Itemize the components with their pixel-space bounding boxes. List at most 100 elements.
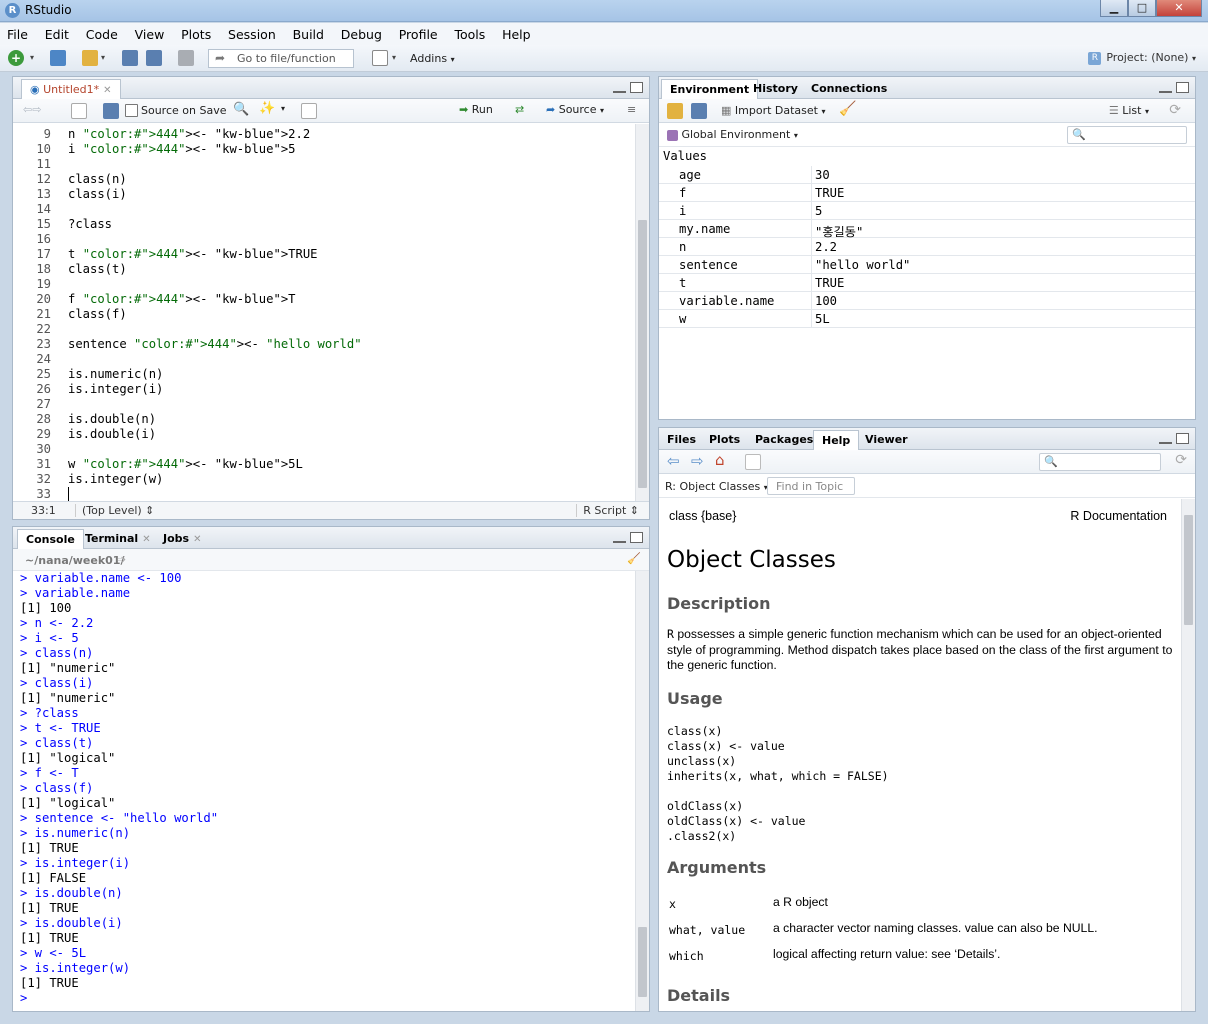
new-file-icon[interactable]: + bbox=[8, 50, 24, 66]
open-file-icon[interactable] bbox=[82, 50, 98, 66]
grid-layout-icon[interactable] bbox=[372, 50, 388, 66]
tab-viewer[interactable]: Viewer bbox=[857, 430, 916, 450]
help-scrollbar[interactable] bbox=[1181, 499, 1195, 1011]
minimize-button[interactable]: ▁ bbox=[1100, 0, 1128, 17]
maximize-pane-button[interactable] bbox=[630, 532, 643, 543]
tab-packages[interactable]: Packages bbox=[747, 430, 821, 450]
maximize-pane-button[interactable] bbox=[630, 82, 643, 93]
tab-files[interactable]: Files bbox=[659, 430, 704, 450]
source-button[interactable]: ➦ Source ▾ bbox=[546, 103, 604, 116]
environment-row[interactable]: w 5L bbox=[659, 310, 1195, 328]
help-topic-selector[interactable]: R: Object Classes ▾ bbox=[665, 480, 768, 493]
tab-history[interactable]: History bbox=[745, 79, 806, 99]
back-arrow-icon[interactable]: ⇦ bbox=[667, 452, 680, 470]
chevron-down-icon[interactable]: ▾ bbox=[392, 50, 400, 66]
show-in-window-icon[interactable] bbox=[745, 454, 761, 470]
menu-build[interactable]: Build bbox=[286, 23, 330, 42]
menu-file[interactable]: File bbox=[0, 23, 34, 42]
save-all-icon[interactable] bbox=[146, 50, 162, 66]
tab-terminal[interactable]: Terminal ✕ bbox=[77, 529, 159, 549]
print-icon[interactable] bbox=[178, 50, 194, 66]
menu-help[interactable]: Help bbox=[495, 23, 537, 42]
addins-menu[interactable]: Addins ▾ bbox=[410, 52, 455, 65]
import-dataset-button[interactable]: ▦ Import Dataset ▾ bbox=[721, 104, 826, 117]
save-icon[interactable] bbox=[122, 50, 138, 66]
environment-row[interactable]: n 2.2 bbox=[659, 238, 1195, 256]
menu-edit[interactable]: Edit bbox=[38, 23, 75, 42]
environment-search-input[interactable]: 🔍 bbox=[1067, 126, 1187, 144]
minimize-pane-button[interactable] bbox=[613, 89, 626, 93]
menu-tools[interactable]: Tools bbox=[447, 23, 491, 42]
forward-arrow-icon[interactable]: ⇨ bbox=[691, 452, 704, 470]
close-tab-icon[interactable]: ✕ bbox=[103, 85, 111, 96]
save-icon[interactable] bbox=[103, 103, 119, 119]
outline-icon[interactable]: ≡ bbox=[627, 103, 636, 116]
tab-plots[interactable]: Plots bbox=[701, 430, 748, 450]
environment-row[interactable]: f TRUE bbox=[659, 184, 1195, 202]
help-search-input[interactable]: 🔍 bbox=[1039, 453, 1161, 471]
project-menu[interactable]: R Project: (None) ▾ bbox=[1088, 51, 1196, 65]
close-tab-icon[interactable]: ✕ bbox=[142, 534, 150, 545]
scope-selector[interactable]: (Top Level) ⇕ bbox=[75, 504, 154, 517]
find-in-topic-input[interactable]: Find in Topic bbox=[767, 477, 855, 495]
chevron-down-icon[interactable]: ▾ bbox=[30, 50, 38, 66]
menu-plots[interactable]: Plots bbox=[174, 23, 217, 42]
environment-row[interactable]: i5 bbox=[659, 202, 1195, 220]
help-scroll-thumb[interactable] bbox=[1184, 515, 1193, 625]
environment-row[interactable]: age 30 bbox=[659, 166, 1195, 184]
filetype-selector[interactable]: R Script ⇕ bbox=[576, 504, 639, 517]
show-in-window-icon[interactable] bbox=[71, 103, 87, 119]
menu-view[interactable]: View bbox=[128, 23, 171, 42]
view-mode-selector[interactable]: ☰ List ▾ bbox=[1109, 104, 1149, 117]
environment-row[interactable]: t TRUE bbox=[659, 274, 1195, 292]
clear-console-icon[interactable]: 🧹 bbox=[627, 552, 641, 565]
maximize-pane-button[interactable] bbox=[1176, 433, 1189, 444]
run-button[interactable]: ➡ Run bbox=[459, 103, 493, 116]
close-tab-icon[interactable]: ✕ bbox=[193, 534, 201, 545]
search-icon[interactable]: 🔍 bbox=[233, 102, 249, 117]
tab-jobs[interactable]: Jobs ✕ bbox=[155, 529, 209, 549]
chevron-down-icon[interactable]: ▾ bbox=[101, 50, 109, 66]
console-scrollbar[interactable] bbox=[635, 571, 649, 1011]
environment-scope-selector[interactable]: Global Environment ▾ bbox=[667, 128, 798, 141]
back-forward-icon[interactable]: ⇦⇨ bbox=[23, 103, 41, 116]
goto-file-input[interactable]: ➦ Go to file/function bbox=[208, 49, 354, 68]
source-on-save-checkbox[interactable] bbox=[125, 104, 138, 117]
environment-row[interactable]: my.name "홍길동" bbox=[659, 220, 1195, 239]
menu-debug[interactable]: Debug bbox=[334, 23, 388, 42]
pane-window-controls bbox=[1159, 433, 1189, 444]
menu-session[interactable]: Session bbox=[221, 23, 282, 42]
save-workspace-icon[interactable] bbox=[691, 103, 707, 119]
console-scroll-thumb[interactable] bbox=[638, 927, 647, 997]
tab-untitled1[interactable]: ◉ Untitled1* ✕ bbox=[21, 79, 121, 99]
minimize-pane-button[interactable] bbox=[1159, 89, 1172, 93]
tab-connections[interactable]: Connections bbox=[803, 79, 895, 99]
tab-environment[interactable]: Environment bbox=[661, 79, 759, 99]
menu-profile[interactable]: Profile bbox=[392, 23, 444, 42]
new-project-icon[interactable] bbox=[50, 50, 66, 66]
minimize-pane-button[interactable] bbox=[613, 539, 626, 543]
home-icon[interactable]: ⌂ bbox=[715, 451, 725, 469]
minimize-pane-button[interactable] bbox=[1159, 440, 1172, 444]
refresh-icon[interactable]: ⟳ bbox=[1169, 102, 1181, 118]
menu-code[interactable]: Code bbox=[79, 23, 124, 42]
close-button[interactable]: ✕ bbox=[1156, 0, 1202, 17]
load-workspace-icon[interactable] bbox=[667, 103, 683, 119]
chevron-down-icon[interactable]: ▾ bbox=[281, 104, 285, 113]
editor-scrollbar[interactable] bbox=[635, 124, 649, 502]
tab-console[interactable]: Console bbox=[17, 529, 84, 549]
environment-row[interactable]: sentence "hello world" bbox=[659, 256, 1195, 274]
code-tools-wand-icon[interactable]: ✨ bbox=[259, 101, 275, 116]
tab-help[interactable]: Help bbox=[813, 430, 860, 450]
maximize-pane-button[interactable] bbox=[1176, 82, 1189, 93]
refresh-icon[interactable]: ⟳ bbox=[1175, 452, 1187, 468]
clear-objects-broom-icon[interactable]: 🧹 bbox=[839, 101, 856, 117]
editor-scroll-thumb[interactable] bbox=[638, 220, 647, 488]
environment-row[interactable]: variable.name 100 bbox=[659, 292, 1195, 310]
rerun-icon[interactable]: ⇄ bbox=[515, 103, 524, 116]
console-output[interactable]: > variable.name <- 100 > variable.name [1]… bbox=[13, 571, 635, 1011]
goto-directory-icon[interactable]: ➩ bbox=[117, 553, 126, 566]
compile-report-icon[interactable] bbox=[301, 103, 317, 119]
code-area[interactable]: 9 n "color:#">444"><- "kw-blue">2.2 10 i "c… bbox=[13, 124, 635, 502]
maximize-button[interactable]: □ bbox=[1128, 0, 1156, 17]
